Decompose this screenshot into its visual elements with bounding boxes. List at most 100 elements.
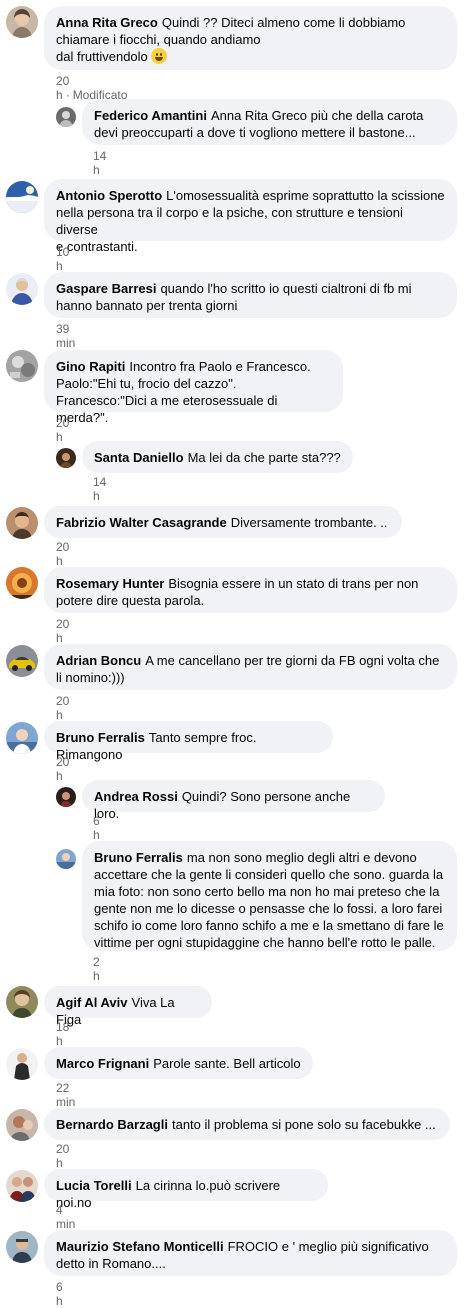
comment-author[interactable]: Fabrizio Walter Casagrande: [56, 515, 227, 530]
comment-time[interactable]: 22 min: [56, 1081, 75, 1109]
comment-author[interactable]: Antonio Sperotto: [56, 188, 162, 203]
comment-time[interactable]: 20 h: [56, 1142, 69, 1170]
comment-bubble: Bruno Ferralis Tanto sempre froc. Rimango…: [44, 721, 333, 762]
comment-author[interactable]: Agif Al Aviv: [56, 995, 128, 1010]
comment-time[interactable]: 4 min: [56, 1203, 75, 1231]
avatar[interactable]: [6, 1170, 38, 1202]
comment-meta: 22 min: [56, 1081, 75, 1109]
avatar[interactable]: [6, 986, 38, 1018]
comment-author[interactable]: Bruno Ferralis: [94, 850, 183, 865]
comment-time[interactable]: 10 h: [56, 245, 69, 273]
comment-author[interactable]: Gaspare Barresi: [56, 281, 156, 296]
comment-time[interactable]: 14 h: [93, 149, 106, 177]
comment-text: vittime per ogni stupidaggine che hanno …: [94, 935, 436, 950]
comment-text: L'omosessualità esprime soprattutto la s…: [166, 188, 445, 203]
comment-text: devi preoccuparti a dove ti vogliono met…: [94, 125, 416, 140]
comment-meta: 20 h · Modificato: [56, 74, 128, 102]
comment-meta: 20 h: [56, 694, 69, 722]
comment-time[interactable]: 6 h: [56, 1280, 63, 1308]
comment-author[interactable]: Gino Rapiti: [56, 359, 125, 374]
avatar[interactable]: [56, 849, 76, 869]
avatar[interactable]: [6, 567, 38, 599]
comment-text: Diversamente trombante. ..: [230, 515, 388, 530]
comment-text: Francesco:"Dici a me eterosessuale di me…: [56, 393, 278, 425]
comment-time[interactable]: 6 h: [93, 814, 100, 842]
comment-bubble: Lucia Torelli La cirinna lo.può scrivere …: [44, 1169, 328, 1210]
comment-meta: 14 h: [93, 475, 106, 503]
comment-author[interactable]: Bernardo Barzagli: [56, 1117, 168, 1132]
comment-bubble: Rosemary Hunter Bisognia essere in un sta…: [44, 567, 457, 613]
comment-time[interactable]: 39 min: [56, 322, 75, 350]
comment-bubble: Antonio Sperotto L'omosessualità esprime …: [44, 179, 457, 254]
comment-time[interactable]: 20 h: [56, 694, 69, 722]
comment-meta: 20 h: [56, 1142, 69, 1170]
avatar[interactable]: [6, 1048, 38, 1080]
grinning-face-icon: [150, 48, 167, 64]
comment-time[interactable]: 20 h: [56, 416, 69, 444]
comment-bubble: Agif Al Aviv Viva La Figa: [44, 986, 212, 1027]
comment-author[interactable]: Adrian Boncu: [56, 653, 141, 668]
comment-text: dal fruttivendolo: [56, 49, 148, 64]
comment-meta: 10 h: [56, 245, 69, 273]
comment-bubble: Adrian Boncu A me cancellano per tre gior…: [44, 644, 457, 690]
comment-meta: 18 h: [56, 1020, 69, 1048]
comment-time[interactable]: 20 h: [56, 617, 69, 645]
comment-text: Anna Rita Greco più che della carota: [210, 108, 424, 123]
comment-author[interactable]: Maurizio Stefano Monticelli: [56, 1239, 224, 1254]
comment-author[interactable]: Marco Frignani: [56, 1056, 149, 1071]
comment-text: tanto il problema si pone solo su facebu…: [171, 1117, 436, 1132]
comment-text: gente non me lo dicesse o pensasse che l…: [94, 901, 443, 916]
comment-text: ma non sono meglio degli altri e devono: [186, 850, 417, 865]
comment-bubble: Federico Amantini Anna Rita Greco più che…: [82, 99, 457, 145]
avatar[interactable]: [6, 273, 38, 305]
comment-text: quando l'ho scritto io questi cialtroni …: [160, 281, 412, 296]
comment-author[interactable]: Lucia Torelli: [56, 1178, 132, 1193]
avatar[interactable]: [56, 107, 76, 127]
comment-time[interactable]: 20 h: [56, 540, 69, 568]
avatar[interactable]: [6, 1109, 38, 1141]
comment-meta: 4 min: [56, 1203, 75, 1231]
comment-meta: 20 h: [56, 416, 69, 444]
comment-bubble: Maurizio Stefano Monticelli FROCIO e ' me…: [44, 1230, 457, 1276]
comment-bubble: Anna Rita Greco Quindi ?? Diteci almeno c…: [44, 6, 457, 70]
comment-text: li nomino:))): [56, 670, 125, 685]
avatar[interactable]: [6, 350, 38, 382]
avatar[interactable]: [6, 722, 38, 754]
comment-author[interactable]: Anna Rita Greco: [56, 15, 158, 30]
comment-meta: 6 h: [56, 1280, 63, 1308]
avatar[interactable]: [6, 645, 38, 677]
avatar[interactable]: [6, 181, 38, 213]
comment-text: potere dire questa parola.: [56, 593, 205, 608]
avatar[interactable]: [6, 507, 38, 539]
avatar[interactable]: [6, 6, 38, 38]
avatar[interactable]: [56, 448, 76, 468]
comment-bubble: Marco Frignani Parole sante. Bell articol…: [44, 1047, 313, 1079]
comment-time[interactable]: 20 h: [56, 755, 69, 783]
comment-text: nella persona tra il corpo e la psiche, …: [56, 205, 403, 237]
comment-text: A me cancellano per tre giorni da FB ogn…: [145, 653, 440, 668]
avatar[interactable]: [6, 1231, 38, 1263]
comment-bubble: Andrea Rossi Quindi? Sono persone anche l…: [82, 780, 385, 821]
comment-text: Bisognia essere in un stato di trans per…: [168, 576, 419, 591]
comment-author[interactable]: Santa Daniello: [94, 450, 184, 465]
comment-meta: 2 h: [93, 955, 100, 983]
comment-time[interactable]: 14 h: [93, 475, 106, 503]
comment-time[interactable]: 18 h: [56, 1020, 69, 1048]
comment-author[interactable]: Rosemary Hunter: [56, 576, 164, 591]
comment-meta: 20 h: [56, 617, 69, 645]
comment-text: Quindi ?? Diteci almeno come li dobbiamo: [161, 15, 406, 30]
comment-author[interactable]: Federico Amantini: [94, 108, 207, 123]
comment-text: mia foto: non sono certo bello ma non ho…: [94, 884, 440, 899]
comment-meta: 14 h: [93, 149, 106, 177]
avatar[interactable]: [56, 787, 76, 807]
comment-bubble: Bruno Ferralis ma non sono meglio degli a…: [82, 841, 457, 951]
comment-text: Incontro fra Paolo e Francesco.: [129, 359, 311, 374]
comment-text: FROCIO e ' meglio più significativo: [227, 1239, 429, 1254]
comment-text: Ma lei da che parte sta???: [187, 450, 341, 465]
comment-author[interactable]: Bruno Ferralis: [56, 730, 145, 745]
comment-time[interactable]: 2 h: [93, 955, 100, 983]
comment-text: Paolo:"Ehi tu, frocio del cazzo".: [56, 376, 237, 391]
comment-text: chiamare i fiocchi, quando andiamo: [56, 32, 261, 47]
comment-author[interactable]: Andrea Rossi: [94, 789, 178, 804]
comment-text: hanno bannato per trenta giorni: [56, 298, 238, 313]
